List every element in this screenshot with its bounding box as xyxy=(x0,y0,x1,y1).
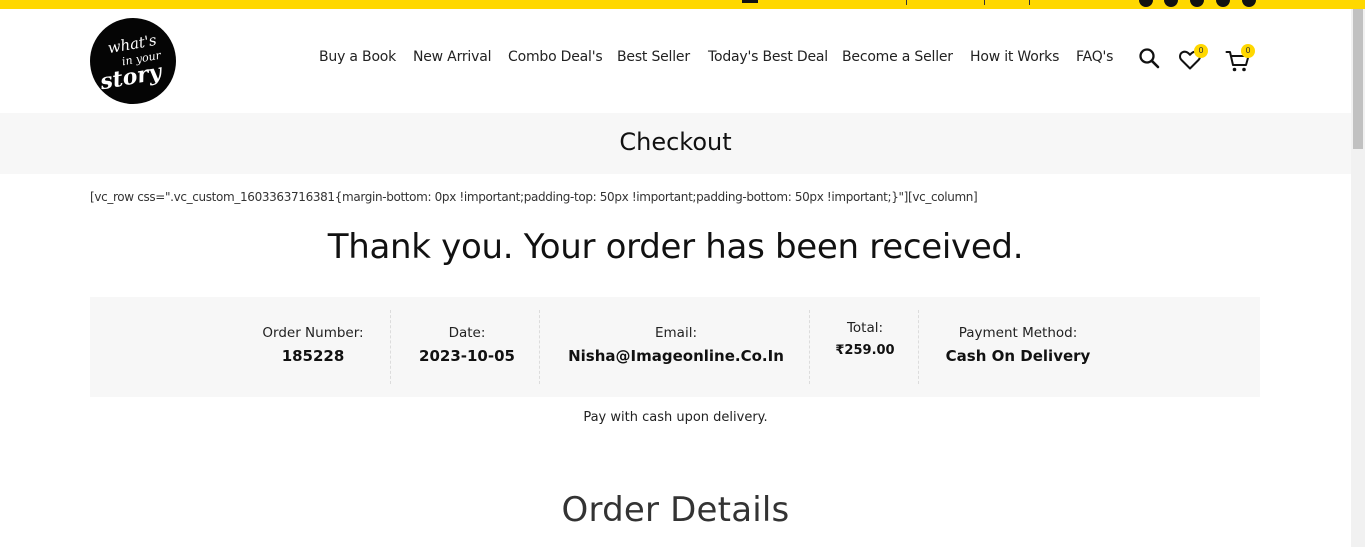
nav-item-todays-best-deal[interactable]: Today's Best Deal xyxy=(708,49,828,65)
order-date-label: Date: xyxy=(448,325,486,341)
social-icon[interactable] xyxy=(1164,0,1178,7)
order-received-heading: Thank you. Your order has been received. xyxy=(327,227,1024,267)
order-email-block: Email: Nisha@Imageonline.Co.In xyxy=(549,310,803,384)
page-scrollbar[interactable] xyxy=(1351,9,1365,547)
social-icon[interactable] xyxy=(1216,0,1230,7)
social-icon[interactable] xyxy=(1190,0,1204,7)
payment-method-label: Payment Method: xyxy=(958,325,1078,341)
order-number-value: 185228 xyxy=(281,347,345,365)
order-total-label: Total: xyxy=(846,320,884,336)
payment-note: Pay with cash upon delivery. xyxy=(583,410,768,425)
overview-divider xyxy=(918,310,919,384)
order-date-block: Date: 2023-10-05 xyxy=(400,310,534,384)
nav-item-new-arrival[interactable]: New Arrival xyxy=(413,49,491,65)
nav-item-how-it-works[interactable]: How it Works xyxy=(970,49,1059,65)
top-bar xyxy=(0,0,1365,9)
overview-divider xyxy=(539,310,540,384)
nav-item-combo-deals[interactable]: Combo Deal's xyxy=(508,49,603,65)
order-email-value: Nisha@Imageonline.Co.In xyxy=(568,347,784,365)
order-overview: Order Number: 185228 Date: 2023-10-05 Em… xyxy=(90,297,1260,397)
search-icon[interactable] xyxy=(1138,47,1160,73)
nav-item-faqs[interactable]: FAQ's xyxy=(1076,49,1113,65)
social-icon[interactable] xyxy=(1139,0,1153,7)
top-bar-separator xyxy=(1029,0,1030,5)
order-date-value: 2023-10-05 xyxy=(419,347,515,365)
cart-count-badge: 0 xyxy=(1241,44,1255,58)
raw-shortcode-text: [vc_row css=".vc_custom_1603363716381{ma… xyxy=(90,190,978,204)
top-bar-separator xyxy=(906,0,907,5)
cart-button[interactable]: 0 xyxy=(1225,44,1255,77)
top-bar-separator xyxy=(984,0,985,5)
overview-divider xyxy=(390,310,391,384)
payment-method-value: Cash On Delivery xyxy=(945,347,1091,365)
page-title-band: Checkout xyxy=(0,113,1351,174)
main-nav: Buy a Book New Arrival Combo Deal's Best… xyxy=(0,9,1351,113)
order-total-block: Total: ₹259.00 xyxy=(819,310,911,384)
nav-item-become-a-seller[interactable]: Become a Seller xyxy=(842,49,953,65)
page-title: Checkout xyxy=(619,128,732,156)
order-number-label: Order Number: xyxy=(262,325,364,341)
wishlist-count-badge: 0 xyxy=(1194,44,1208,58)
nav-item-best-seller[interactable]: Best Seller xyxy=(617,49,690,65)
top-bar-icon xyxy=(742,0,758,3)
site-header: what's in your story Buy a Book New Arri… xyxy=(0,9,1351,113)
order-details-heading: Order Details xyxy=(561,490,790,530)
order-number-block: Order Number: 185228 xyxy=(240,310,386,384)
nav-item-buy-a-book[interactable]: Buy a Book xyxy=(319,49,396,65)
wishlist-button[interactable]: 0 xyxy=(1178,44,1208,75)
order-email-label: Email: xyxy=(654,325,697,341)
scrollbar-thumb[interactable] xyxy=(1353,9,1363,149)
overview-divider xyxy=(809,310,810,384)
payment-method-block: Payment Method: Cash On Delivery xyxy=(928,310,1108,384)
order-total-value: ₹259.00 xyxy=(835,343,895,358)
social-icon[interactable] xyxy=(1242,0,1256,7)
